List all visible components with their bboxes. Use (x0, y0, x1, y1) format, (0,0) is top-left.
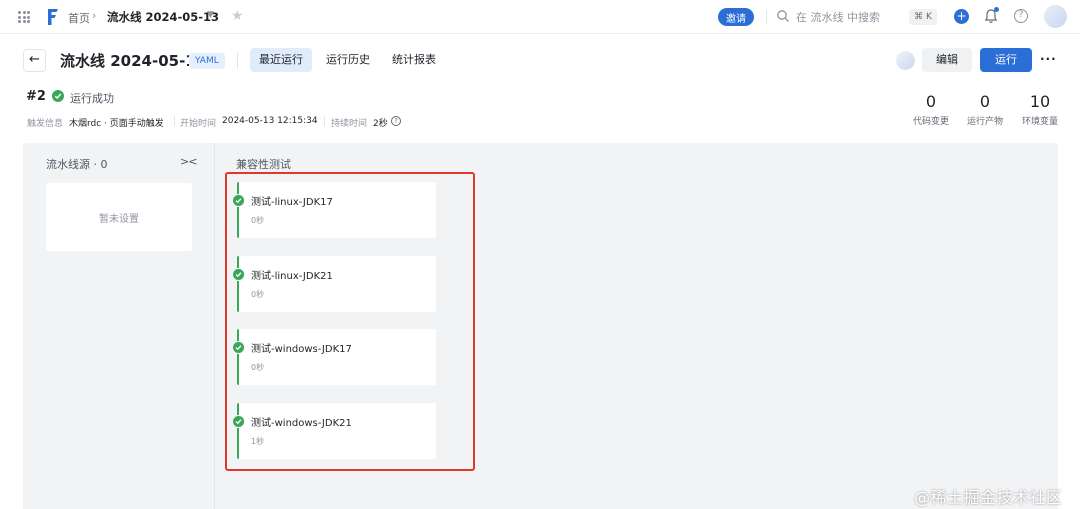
top-bar: 首页 › 流水线 2024-05-13 ▼ ★ 邀请 ⌘ K + ? (0, 0, 1080, 34)
tab-statistics[interactable]: 统计报表 (383, 48, 445, 72)
create-button[interactable]: + (954, 9, 969, 24)
divider (237, 53, 238, 69)
notification-dot (994, 7, 999, 12)
help-icon[interactable]: ? (1014, 9, 1028, 23)
chevron-down-icon[interactable]: ▼ (207, 10, 214, 20)
stat-label: 运行产物 (966, 117, 1003, 127)
search-input[interactable] (796, 8, 896, 26)
stat-code-changes[interactable]: 0 代码变更 (906, 92, 956, 128)
edit-button[interactable]: 编辑 (922, 48, 972, 72)
divider (174, 116, 175, 126)
star-icon[interactable]: ★ (231, 8, 244, 24)
search-icon[interactable] (776, 9, 790, 23)
user-avatar[interactable] (1044, 5, 1067, 28)
invite-button[interactable]: 邀请 (718, 8, 754, 26)
tab-recent-run[interactable]: 最近运行 (250, 48, 312, 72)
search-shortcut-badge: ⌘ K (909, 9, 937, 25)
stat-value: 0 (979, 92, 991, 111)
start-time-value: 2024-05-13 12:15:34 (222, 116, 318, 126)
stat-label: 代码变更 (912, 117, 949, 127)
yaml-badge: YAML (189, 53, 225, 69)
app-grid-icon[interactable] (18, 11, 30, 23)
breadcrumb-separator: › (92, 9, 97, 22)
info-icon[interactable]: ? (391, 116, 401, 126)
divider (324, 116, 325, 126)
breadcrumb-current[interactable]: 流水线 2024-05-13 (107, 9, 219, 25)
page-title: 流水线 2024-05-13 (60, 52, 207, 70)
source-title: 流水线源 · 0 (46, 158, 108, 171)
watermark: @稀土掘金技术社区 (914, 488, 1063, 507)
run-number: #2 (26, 89, 46, 104)
source-empty-card[interactable]: 暂未设置 (46, 183, 192, 251)
duration-value: 2秒 (373, 119, 388, 129)
run-status: 运行成功 (70, 92, 114, 105)
check-circle-icon (52, 90, 64, 102)
run-button[interactable]: 运行 (980, 48, 1032, 72)
trigger-value: 木烟rdc · 页面手动触发 (69, 119, 164, 129)
tab-run-history[interactable]: 运行历史 (317, 48, 379, 72)
highlight-box (225, 172, 475, 471)
trigger-label: 触发信息 (27, 119, 64, 129)
loading-indicator (896, 51, 915, 70)
stat-value: 10 (1029, 92, 1051, 111)
collapse-icon[interactable]: >< (180, 155, 197, 168)
back-button[interactable]: ← (23, 49, 46, 72)
start-time-label: 开始时间 (180, 119, 217, 129)
stat-artifacts[interactable]: 0 运行产物 (960, 92, 1010, 128)
stage-title: 兼容性测试 (236, 158, 291, 171)
stat-label: 环境变量 (1021, 117, 1058, 127)
divider (214, 143, 215, 509)
flow-logo-icon[interactable] (46, 7, 60, 27)
breadcrumb-home[interactable]: 首页 (68, 10, 90, 26)
stat-value: 0 (925, 92, 937, 111)
divider (766, 10, 767, 24)
duration-label: 持续时间 (331, 119, 368, 129)
more-icon[interactable]: ··· (1040, 52, 1057, 66)
stat-env-vars[interactable]: 10 环境变量 (1015, 92, 1065, 128)
